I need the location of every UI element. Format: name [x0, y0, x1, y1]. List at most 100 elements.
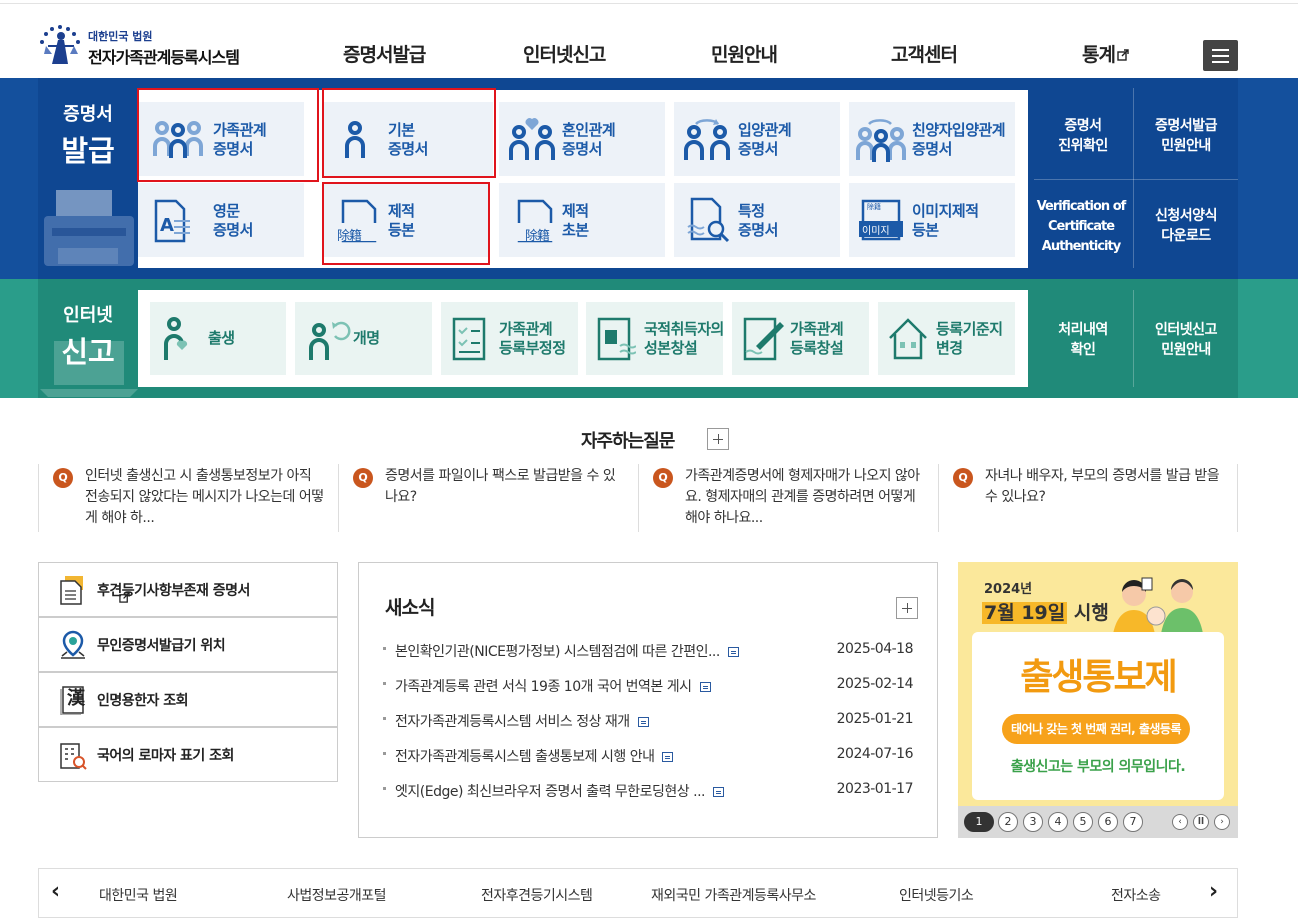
- banner-page-5[interactable]: 5: [1073, 812, 1093, 832]
- application-form-download-link[interactable]: 신청서양식 다운로드: [1136, 206, 1236, 246]
- divider: [1133, 290, 1134, 387]
- tile-registry-creation-report[interactable]: 가족관계 등록창설: [732, 302, 869, 375]
- location-pin-icon: [61, 630, 85, 659]
- quick-link-label: 후견등기사항부존재 증명서: [97, 580, 250, 603]
- adoption-people-icon: [684, 119, 730, 160]
- nav-customer-center[interactable]: 고객센터: [891, 40, 958, 67]
- news-item[interactable]: 전자가족관계등록시스템 서비스 정상 재개 2025-01-21: [383, 711, 914, 731]
- faq-question-text: 인터넷 출생신고 시 출생통보정보가 아직 전송되지 않았다는 메시지가 나오는…: [85, 468, 324, 526]
- banner-page-1[interactable]: 1: [964, 812, 994, 832]
- news-more-button[interactable]: [896, 597, 918, 619]
- banner-page-4[interactable]: 4: [1048, 812, 1068, 832]
- tile-label: 국적취득자의 성본창설: [644, 320, 724, 357]
- related-site-link[interactable]: 인터넷등기소: [899, 885, 974, 905]
- hamburger-line: [1212, 49, 1229, 51]
- cert-issue-guide-link[interactable]: 증명서발급 민원안내: [1136, 116, 1236, 156]
- faq-more-button[interactable]: [707, 428, 729, 450]
- internet-report-guide-link[interactable]: 인터넷신고 민원안내: [1136, 320, 1236, 360]
- tile-registry-correction-report[interactable]: 가족관계 등록부정정: [441, 302, 578, 375]
- tile-specific-cert[interactable]: 특정 증명서: [674, 183, 840, 257]
- news-item[interactable]: 엣지(Edge) 최신브라우저 증명서 출력 무한로딩현상 ... 2023-01…: [383, 781, 914, 801]
- quick-link-romanization-search[interactable]: 국어의 로마자 표기 조회: [38, 727, 338, 782]
- processing-history-link[interactable]: 처리내역 확인: [1034, 320, 1132, 360]
- quick-link-kiosk-location[interactable]: 무인증명서발급기 위치: [38, 617, 338, 672]
- tile-registry-base-change-report[interactable]: 등록기준지 변경: [878, 302, 1015, 375]
- news-item-date: 2024-07-16: [836, 746, 914, 762]
- news-item[interactable]: 가족관계등록 관련 서식 19종 10개 국어 번역본 게시 2025-02-14: [383, 676, 914, 696]
- issue-title-line1: 증명서: [63, 104, 113, 125]
- faq-item[interactable]: Q 자녀나 배우자, 부모의 증명서를 발급 받을 수 있나요?: [938, 464, 1238, 532]
- quick-link-name-hanja-search[interactable]: 漢 인명용한자 조회: [38, 672, 338, 727]
- tile-label: 가족관계 등록부정정: [499, 320, 566, 357]
- nav-civil-guide[interactable]: 민원안내: [711, 40, 778, 67]
- image-register-icon-text: 이미지: [862, 226, 890, 237]
- nav-certificate-issue[interactable]: 증명서발급: [343, 40, 426, 67]
- related-sites-prev-button[interactable]: ‹: [51, 879, 60, 904]
- logo-system-name: 전자가족관계등록시스템: [88, 48, 240, 67]
- tile-full-adoption-relation-cert[interactable]: 친양자입양관계 증명서: [849, 102, 1015, 176]
- related-site-link[interactable]: 재외국민 가족관계등록사무소: [651, 885, 816, 905]
- news-item-title: 본인확인기관(NICE평가정보) 시스템점검에 따른 간편인...: [395, 641, 739, 661]
- nav-statistics[interactable]: 통계: [1082, 40, 1129, 67]
- related-site-link[interactable]: 대한민국 법원: [99, 885, 178, 905]
- document-icon: [712, 787, 724, 797]
- banner-next-button[interactable]: ›: [1214, 814, 1230, 830]
- banner-page-2[interactable]: 2: [998, 812, 1018, 832]
- issue-title-line2: 발급: [61, 134, 115, 168]
- news-item-date: 2025-01-21: [836, 711, 914, 727]
- banner-prev-button[interactable]: ‹: [1172, 814, 1188, 830]
- faq-question-text: 자녀나 배우자, 부모의 증명서를 발급 받을 수 있나요?: [985, 468, 1220, 505]
- tile-birth-report[interactable]: 출생: [150, 302, 286, 375]
- related-site-link[interactable]: 전자후견등기시스템: [481, 885, 593, 905]
- banner-page-6[interactable]: 6: [1098, 812, 1118, 832]
- tile-name-change-report[interactable]: 개명: [295, 302, 432, 375]
- hamburger-menu-button[interactable]: [1203, 40, 1238, 71]
- printer-illustration-icon: [44, 190, 134, 266]
- checklist-document-icon: [452, 317, 486, 361]
- related-sites-next-button[interactable]: ›: [1209, 879, 1218, 904]
- verification-of-certificate-link[interactable]: Verification of Certificate Authenticity: [1030, 197, 1132, 257]
- tile-label: 입양관계 증명서: [738, 121, 792, 158]
- banner-date: 7월 19일 시행: [982, 602, 1109, 624]
- tile-label: 출생: [208, 329, 235, 347]
- tile-naturalized-surname-origin-report[interactable]: 국적취득자의 성본창설: [586, 302, 724, 375]
- related-sites-bar: ‹ 대한민국 법원 사법정보공개포털 전자후견등기시스템 재외국민 가족관계등록…: [38, 868, 1238, 918]
- promo-banner[interactable]: 2024년 7월 19일 시행 출생통보제 태어나 갖는 첫 번째 권리, 출생…: [958, 562, 1238, 838]
- document-icon: [727, 647, 739, 657]
- document-folder-icon: [60, 576, 83, 605]
- nav-internet-report[interactable]: 인터넷신고: [523, 40, 606, 67]
- question-icon: Q: [653, 468, 673, 488]
- banner-page-7[interactable]: 7: [1123, 812, 1143, 832]
- nav-statistics-label: 통계: [1082, 44, 1116, 66]
- cert-authenticity-check-link[interactable]: 증명서 진위확인: [1034, 116, 1132, 156]
- issue-section-title: 증명서 발급: [38, 100, 138, 170]
- faq-item[interactable]: Q 증명서를 파일이나 팩스로 발급받을 수 있나요?: [338, 464, 638, 532]
- divider: [1133, 88, 1134, 268]
- tile-english-cert[interactable]: A 영문 증명서: [138, 183, 304, 257]
- tile-label: 가족관계 등록창설: [790, 320, 844, 357]
- external-link-icon: [119, 592, 130, 603]
- court-emblem-icon: [40, 25, 80, 64]
- news-item[interactable]: 전자가족관계등록시스템 출생통보제 시행 안내 2024-07-16: [383, 746, 914, 766]
- highlight-box: [137, 88, 319, 182]
- related-site-link[interactable]: 사법정보공개포털: [287, 885, 387, 905]
- tile-marriage-relation-cert[interactable]: 혼인관계 증명서: [499, 102, 665, 176]
- tile-removed-register-abstract[interactable]: 除籍 제적 초본: [499, 183, 665, 257]
- banner-year: 2024년: [984, 582, 1033, 597]
- document-icon: [662, 752, 674, 762]
- related-site-link[interactable]: 전자소송: [1111, 885, 1161, 905]
- banner-pill-text: 태어나 갖는 첫 번째 권리, 출생등록: [1002, 714, 1190, 744]
- document-icon: [699, 682, 711, 692]
- banner-pause-button[interactable]: ll: [1193, 814, 1209, 830]
- quick-link-label: 국어의 로마자 표기 조회: [97, 748, 234, 764]
- news-item[interactable]: 본인확인기관(NICE평가정보) 시스템점검에 따른 간편인... 2025-04…: [383, 641, 914, 661]
- tile-image-removed-register[interactable]: 除籍 이미지 이미지제적 등본: [849, 183, 1015, 257]
- banner-page-3[interactable]: 3: [1023, 812, 1043, 832]
- faq-item[interactable]: Q 가족관계증명서에 형제자매가 나오지 않아요. 형제자매의 관계를 증명하려…: [638, 464, 938, 532]
- site-logo[interactable]: 대한민국 법원 전자가족관계등록시스템: [38, 24, 268, 68]
- quick-link-guardianship-cert[interactable]: 후견등기사항부존재 증명서: [38, 562, 338, 617]
- faq-item[interactable]: Q 인터넷 출생신고 시 출생통보정보가 아직 전송되지 않았다는 메시지가 나…: [38, 464, 338, 532]
- highlight-box: [322, 182, 490, 265]
- tile-adoption-relation-cert[interactable]: 입양관계 증명서: [674, 102, 840, 176]
- report-tiles-panel: 출생 개명 가족관계 등록부정정 국적취득자의 성본창설 가족관계 등록창설 등…: [138, 290, 1028, 387]
